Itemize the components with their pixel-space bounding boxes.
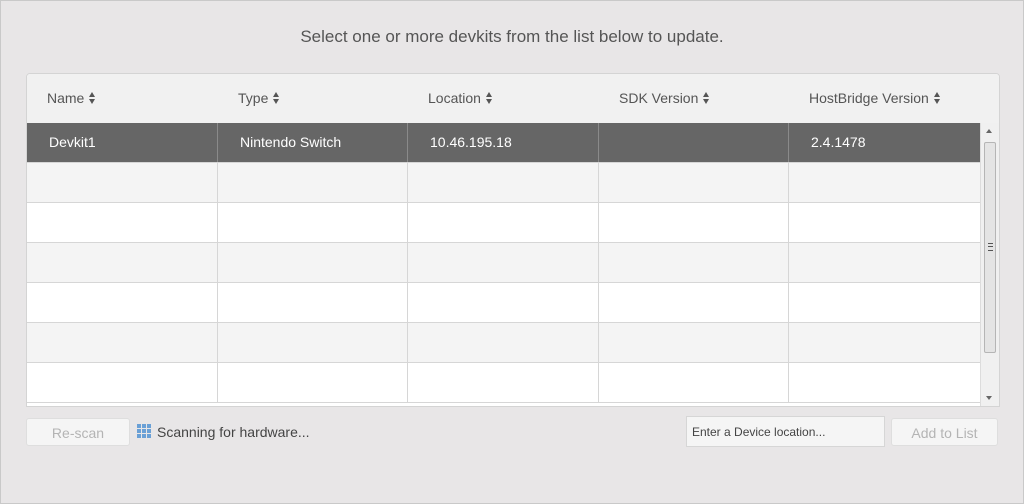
cell-name: Devkit1 — [27, 123, 218, 162]
cell-sdk-version — [599, 163, 789, 202]
scroll-up-arrow-icon[interactable] — [986, 129, 992, 133]
cell-hostbridge-version — [789, 203, 980, 242]
cell-location — [408, 243, 599, 282]
table-header: Name Type Location SDK Version HostBridg… — [27, 74, 999, 124]
cell-name — [27, 283, 218, 322]
table-row[interactable] — [27, 243, 980, 283]
cell-location — [408, 323, 599, 362]
cell-sdk-version — [599, 363, 789, 402]
column-header-location[interactable]: Location — [408, 74, 599, 123]
cell-type — [218, 163, 408, 202]
column-header-hostbridge-version[interactable]: HostBridge Version — [789, 74, 980, 123]
table-row-selected[interactable]: Devkit1 Nintendo Switch 10.46.195.18 2.4… — [27, 123, 980, 163]
sort-icon — [485, 92, 493, 105]
scrollbar-thumb[interactable] — [984, 142, 996, 353]
cell-sdk-version — [599, 203, 789, 242]
cell-type — [218, 323, 408, 362]
cell-sdk-version — [599, 283, 789, 322]
column-header-type[interactable]: Type — [218, 74, 408, 123]
table-row[interactable] — [27, 283, 980, 323]
cell-name — [27, 163, 218, 202]
cell-name — [27, 323, 218, 362]
table-row[interactable] — [27, 363, 980, 403]
cell-location: 10.46.195.18 — [408, 123, 599, 162]
sort-icon — [273, 92, 280, 105]
cell-type: Nintendo Switch — [218, 123, 408, 162]
cell-hostbridge-version: 2.4.1478 — [811, 134, 866, 150]
table-row[interactable] — [27, 203, 980, 243]
cell-name — [27, 363, 218, 402]
cell-type — [218, 243, 408, 282]
cell-name — [27, 203, 218, 242]
cell-sdk-version — [599, 123, 789, 162]
cell-sdk-version — [599, 323, 789, 362]
table-row[interactable] — [27, 163, 980, 203]
cell-hostbridge-version — [789, 283, 980, 322]
column-header-label: HostBridge Version — [809, 90, 929, 106]
column-header-label: SDK Version — [619, 90, 699, 106]
cell-hostbridge-version — [789, 363, 980, 402]
cell-hostbridge-version — [789, 163, 980, 202]
sort-icon — [89, 92, 96, 105]
cell-location — [408, 163, 599, 202]
cell-type — [218, 203, 408, 242]
grid-icon — [137, 424, 151, 439]
column-header-name[interactable]: Name — [27, 74, 218, 123]
table-body: Devkit1 Nintendo Switch 10.46.195.18 2.4… — [27, 123, 980, 403]
table-scrollbar[interactable] — [980, 123, 999, 406]
column-header-label: Type — [238, 90, 269, 106]
cell-location — [408, 203, 599, 242]
sort-icon — [933, 92, 941, 105]
column-header-label: Name — [47, 90, 85, 106]
cell-type — [218, 283, 408, 322]
rescan-button[interactable]: Re-scan — [26, 418, 130, 446]
cell-name — [27, 243, 218, 282]
sort-icon — [703, 92, 710, 105]
cell-location — [408, 283, 599, 322]
cell-type — [218, 363, 408, 402]
cell-hostbridge-version — [789, 323, 980, 362]
grip-icon — [988, 243, 993, 251]
cell-location — [408, 363, 599, 402]
scroll-down-arrow-icon[interactable] — [986, 396, 992, 400]
table-row[interactable] — [27, 323, 980, 363]
scan-status: Scanning for hardware... — [137, 418, 310, 446]
column-header-sdk-version[interactable]: SDK Version — [599, 74, 789, 123]
scan-status-text: Scanning for hardware... — [157, 424, 310, 440]
devkit-table: Name Type Location SDK Version HostBridg… — [26, 73, 1000, 407]
instruction-text: Select one or more devkits from the list… — [300, 27, 724, 46]
cell-hostbridge-version — [789, 243, 980, 282]
device-location-input[interactable] — [686, 416, 885, 447]
column-header-label: Location — [428, 90, 481, 106]
add-to-list-button[interactable]: Add to List — [891, 418, 998, 446]
cell-sdk-version — [599, 243, 789, 282]
